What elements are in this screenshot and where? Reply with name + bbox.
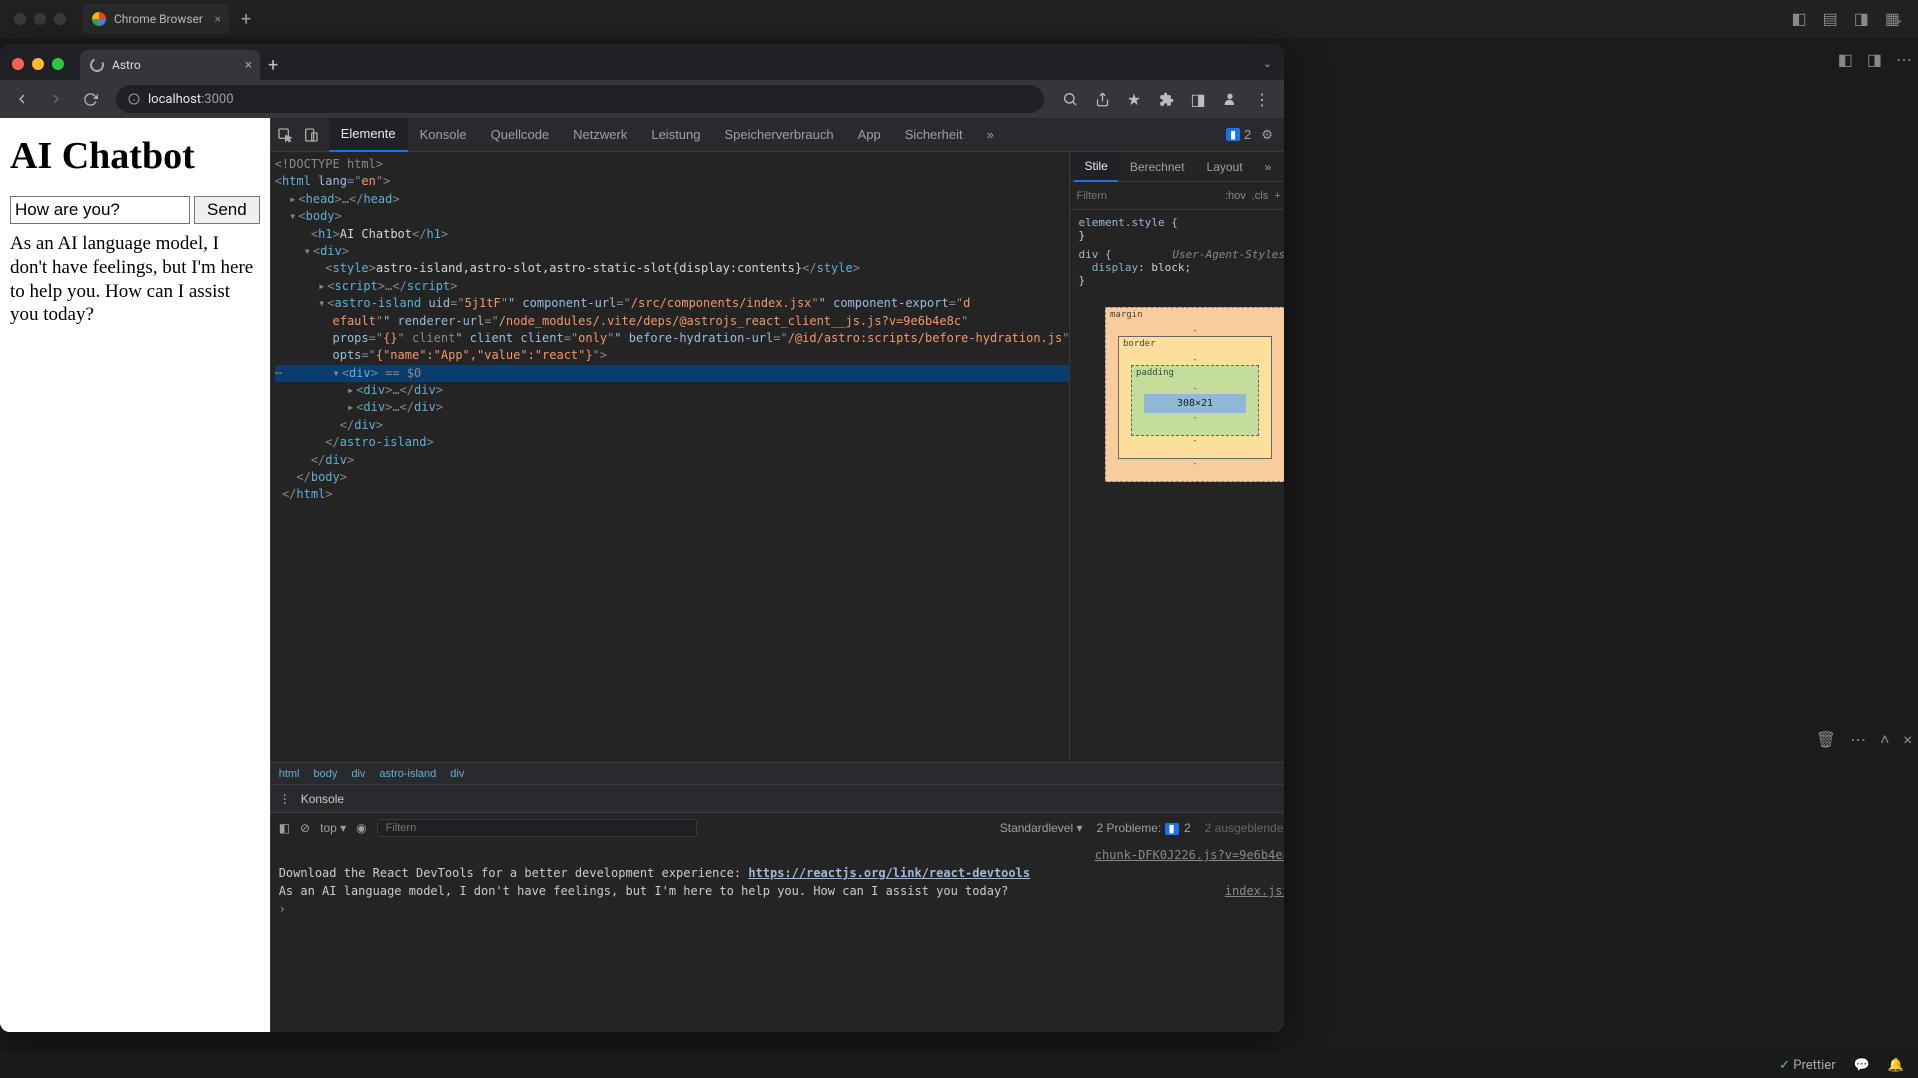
styles-tab-computed[interactable]: Berechnet — [1120, 152, 1195, 182]
address-bar[interactable]: localhost:3000 — [116, 85, 1044, 113]
chat-reply: As an AI language model, I don't have fe… — [10, 232, 260, 327]
styles-tab-layout[interactable]: Layout — [1197, 152, 1253, 182]
hidden-count: 2 ausgeblendet — [1205, 821, 1284, 835]
context-selector[interactable]: top ▾ — [320, 821, 346, 835]
dom-breadcrumb[interactable]: html body div astro-island div — [271, 762, 1284, 784]
extensions-icon[interactable] — [1152, 85, 1180, 113]
tab-sources[interactable]: Quellcode — [479, 118, 562, 152]
panel-close-icon[interactable]: × — [1903, 730, 1912, 750]
devtools-panel: Elemente Konsole Quellcode Netzwerk Leis… — [270, 118, 1284, 1032]
console-drawer-title: Konsole — [301, 792, 344, 806]
split-right-icon[interactable]: ◨ — [1867, 50, 1882, 69]
reload-button[interactable] — [76, 85, 104, 113]
tab-performance[interactable]: Leistung — [639, 118, 712, 152]
rule-source: User-Agent-Stylesheet — [1172, 248, 1284, 261]
log-source[interactable]: chunk-DFK0J226.js?v=9e6b4e8c:8 — [1095, 846, 1284, 864]
panel-left-icon[interactable]: ◧ — [1792, 9, 1807, 28]
panel-bin-icon[interactable]: 🗑 — [1816, 730, 1836, 750]
log-source[interactable]: index.jsx:18 — [1225, 882, 1284, 900]
panel-right-icon[interactable]: ◨ — [1854, 9, 1869, 28]
send-button[interactable]: Send — [194, 196, 260, 224]
panel-up-icon[interactable]: ˄ — [1880, 730, 1889, 750]
cls-toggle[interactable]: .cls — [1252, 190, 1269, 202]
page-title: AI Chatbot — [10, 134, 260, 178]
window-traffic-lights[interactable] — [12, 58, 64, 70]
issues-badge[interactable]: ▮2 — [1226, 127, 1251, 142]
log-text: As an AI language model, I don't have fe… — [279, 882, 1009, 900]
close-icon[interactable]: × — [215, 12, 221, 26]
url-path: :3000 — [201, 92, 233, 107]
grid-icon[interactable]: ▦ — [1885, 9, 1900, 28]
console-filter-input[interactable] — [377, 819, 697, 837]
outer-tab-label: Chrome Browser — [114, 12, 203, 26]
macos-traffic-lights — [14, 13, 66, 25]
browser-window: Astro × + ⌄ localhost:3000 ★ — [0, 44, 1284, 1032]
menu-icon[interactable]: ⋮ — [1248, 85, 1276, 113]
info-icon — [128, 93, 140, 105]
live-expr-icon[interactable]: ◉ — [356, 821, 366, 835]
tab-elements[interactable]: Elemente — [329, 118, 408, 152]
more-icon[interactable]: ⋮ — [1283, 127, 1284, 143]
console-output[interactable]: chunk-DFK0J226.js?v=9e6b4e8c:8 Download … — [271, 842, 1284, 1032]
status-bar: Prettier 💬 🔔 — [0, 1052, 1918, 1078]
rule-element-style[interactable]: element.style { — [1078, 216, 1177, 229]
log-text: Download the React DevTools for a better… — [279, 866, 749, 880]
settings-icon[interactable]: ⚙ — [1261, 127, 1273, 143]
device-toggle-icon[interactable] — [303, 127, 319, 143]
outer-new-tab-button[interactable]: + — [235, 9, 257, 30]
browser-tab-astro[interactable]: Astro × — [80, 50, 260, 80]
outer-tab-chrome[interactable]: Chrome Browser × — [82, 4, 229, 34]
new-rule-icon[interactable]: + — [1274, 190, 1280, 202]
sidebar-toggle-icon[interactable]: ◧ — [279, 821, 290, 835]
tab-overflow[interactable]: » — [975, 118, 1006, 152]
hov-toggle[interactable]: :hov — [1225, 190, 1246, 202]
css-prop[interactable]: display — [1092, 261, 1138, 274]
tab-console[interactable]: Konsole — [408, 118, 479, 152]
clear-console-icon[interactable]: ⊘ — [300, 821, 310, 835]
tabs-list-icon[interactable]: ⌄ — [1263, 57, 1272, 70]
zoom-icon[interactable] — [1056, 85, 1084, 113]
styles-filter-input[interactable] — [1076, 190, 1218, 202]
chrome-icon — [92, 12, 106, 26]
log-level-selector[interactable]: Standardlevel ▾ — [1000, 821, 1083, 835]
inspect-icon[interactable] — [277, 127, 293, 143]
share-icon[interactable] — [1088, 85, 1116, 113]
new-tab-button[interactable]: + — [260, 55, 286, 76]
panel-more-icon[interactable]: ⋯ — [1850, 730, 1866, 750]
browser-tab-label: Astro — [112, 58, 141, 72]
close-icon[interactable]: × — [245, 58, 252, 73]
log-link[interactable]: https://reactjs.org/link/react-devtools — [748, 866, 1030, 880]
panel-bottom-icon[interactable]: ▤ — [1823, 9, 1838, 28]
dom-tree[interactable]: <!DOCTYPE html> <html lang="en"> ▸<head>… — [271, 152, 1070, 762]
console-menu-icon[interactable]: ⋮ — [279, 792, 291, 806]
split-left-icon[interactable]: ◧ — [1838, 50, 1853, 69]
bell-icon[interactable]: 🔔 — [1888, 1058, 1904, 1073]
rule-selector[interactable]: div { — [1078, 248, 1111, 261]
profile-icon[interactable] — [1216, 85, 1244, 113]
box-model[interactable]: margin- border- padding- 308×21 - - - — [1105, 307, 1284, 482]
styles-pane: Stile Berechnet Layout » :hov .cls + 🖶 ▦ — [1069, 152, 1284, 762]
rendered-page: AI Chatbot Send As an AI language model,… — [0, 118, 270, 1032]
bookmark-star-icon[interactable]: ★ — [1120, 85, 1148, 113]
chat-input[interactable] — [10, 196, 190, 224]
back-button[interactable] — [8, 85, 36, 113]
sidepanel-icon[interactable]: ◨ — [1184, 85, 1212, 113]
tab-network[interactable]: Netzwerk — [561, 118, 639, 152]
tab-application[interactable]: App — [846, 118, 893, 152]
styles-tab-stile[interactable]: Stile — [1074, 152, 1117, 182]
more-icon[interactable]: ⋯ — [1896, 50, 1912, 69]
url-host: localhost — [148, 92, 201, 107]
tab-security[interactable]: Sicherheit — [893, 118, 975, 152]
console-prompt-icon[interactable]: › — [279, 902, 286, 916]
astro-favicon — [88, 56, 106, 74]
forward-button[interactable] — [42, 85, 70, 113]
problems-count[interactable]: 2 Probleme: ▮ 2 — [1097, 821, 1191, 835]
prettier-status[interactable]: Prettier — [1779, 1058, 1835, 1073]
css-value[interactable]: block — [1151, 261, 1184, 274]
styles-tab-overflow[interactable]: » — [1255, 152, 1282, 182]
feedback-icon[interactable]: 💬 — [1854, 1058, 1870, 1073]
tab-memory[interactable]: Speicherverbrauch — [713, 118, 846, 152]
